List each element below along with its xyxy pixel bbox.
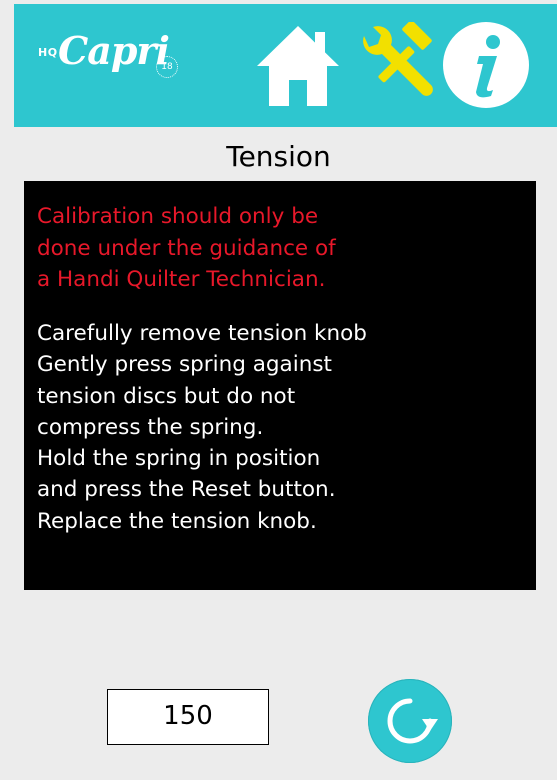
capri-logo: HQ Capri 18 (38, 28, 208, 82)
logo-model: 18 (156, 56, 178, 78)
calibration-warning: Calibration should only be done under th… (37, 201, 517, 296)
instruction-line: Replace the tension knob. (37, 508, 317, 534)
reset-button[interactable] (368, 679, 452, 763)
instruction-line: Gently press spring against (37, 352, 332, 378)
instructions-panel: Calibration should only be done under th… (24, 181, 536, 590)
logo-prefix: HQ (38, 46, 58, 59)
warning-line: a Handi Quilter Technician. (37, 267, 326, 292)
warning-line: done under the guidance of (37, 235, 336, 261)
page-title: Tension (226, 140, 331, 173)
refresh-icon (387, 698, 438, 744)
tools-icon[interactable] (356, 22, 438, 104)
warning-line: Calibration should only be (37, 204, 319, 229)
header-bar: HQ Capri 18 (14, 4, 557, 127)
calibration-instructions: Carefully remove tension knob Gently pre… (37, 318, 527, 537)
instruction-line: Carefully remove tension knob (37, 321, 367, 346)
logo-name: Capri (58, 28, 170, 73)
home-icon[interactable] (253, 22, 343, 108)
info-icon[interactable] (441, 20, 531, 110)
instruction-line: tension discs but do not (37, 383, 296, 409)
instruction-line: compress the spring. (37, 414, 264, 440)
tension-value-display: 150 (107, 689, 269, 745)
instruction-line: Hold the spring in position (37, 446, 321, 472)
instruction-line: and press the Reset button. (37, 477, 336, 503)
